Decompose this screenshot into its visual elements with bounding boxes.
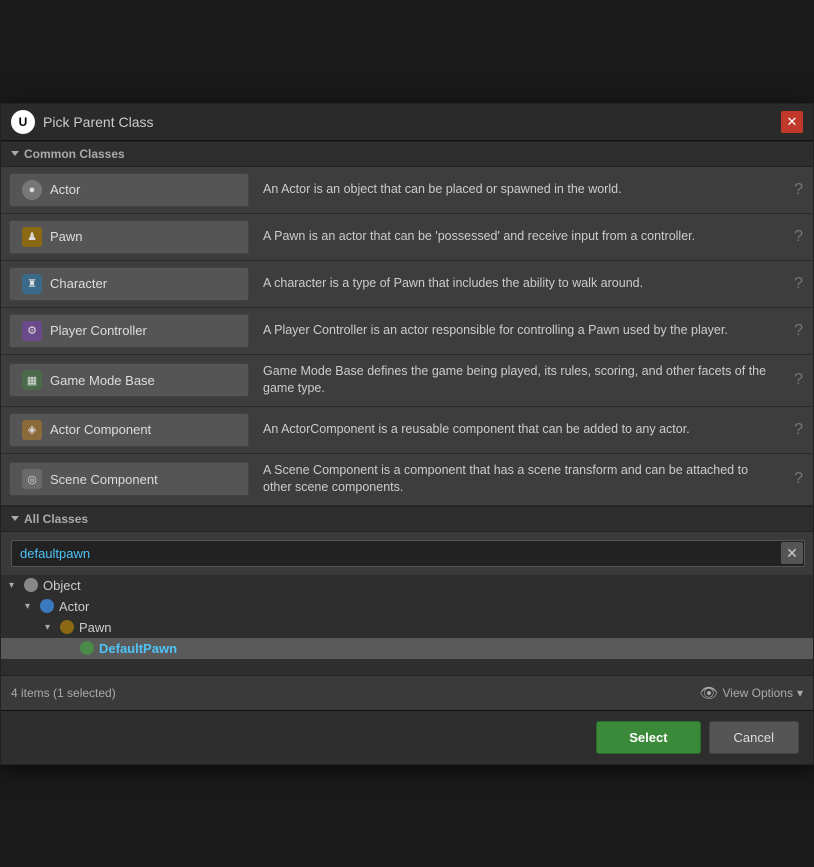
class-btn-label: Game Mode Base	[50, 373, 155, 388]
common-classes-label: Common Classes	[24, 147, 125, 161]
cancel-button[interactable]: Cancel	[709, 721, 799, 754]
actorcomponent-icon: ◈	[22, 420, 42, 440]
tree-node-icon	[40, 599, 54, 613]
class-btn-pawn[interactable]: ♟ Pawn	[9, 220, 249, 254]
tree-node-icon	[60, 620, 74, 634]
class-description: An Actor is an object that can be placed…	[257, 173, 784, 207]
close-button[interactable]: ✕	[781, 111, 803, 133]
scenecomponent-icon: ◎	[22, 469, 42, 489]
tree-arrow-icon: ▾	[9, 580, 21, 591]
tree-node-icon	[24, 578, 38, 592]
search-input[interactable]	[11, 540, 805, 567]
search-clear-button[interactable]: ✕	[781, 542, 803, 564]
class-btn-actor[interactable]: ● Actor	[9, 173, 249, 207]
character-icon: ♜	[22, 274, 42, 294]
help-icon[interactable]: ?	[784, 181, 813, 199]
view-options-button[interactable]: 👁 View Options ▾	[699, 684, 803, 702]
class-btn-gamemodebase[interactable]: ▦ Game Mode Base	[9, 363, 249, 397]
class-btn-scenecomponent[interactable]: ◎ Scene Component	[9, 462, 249, 496]
class-tree-view: ▾ Object ▾ Actor ▾ Pawn DefaultPawn	[1, 575, 813, 675]
class-item: ◎ Scene Component A Scene Component is a…	[1, 454, 813, 506]
help-icon[interactable]: ?	[784, 275, 813, 293]
playercontroller-icon: ⚙	[22, 321, 42, 341]
select-button[interactable]: Select	[596, 721, 700, 754]
all-classes-header: All Classes	[1, 506, 813, 532]
ue-logo: U	[11, 110, 35, 134]
action-bar: Select Cancel	[1, 710, 813, 764]
class-description: A Player Controller is an actor responsi…	[257, 314, 784, 348]
class-description: Game Mode Base defines the game being pl…	[257, 355, 784, 406]
class-btn-label: Actor Component	[50, 422, 151, 437]
class-btn-actorcomponent[interactable]: ◈ Actor Component	[9, 413, 249, 447]
common-classes-list: ● Actor An Actor is an object that can b…	[1, 167, 813, 506]
search-bar: ✕	[1, 532, 813, 575]
collapse-triangle-icon	[11, 151, 19, 156]
help-icon[interactable]: ?	[784, 421, 813, 439]
gamemodebase-icon: ▦	[22, 370, 42, 390]
help-icon[interactable]: ?	[784, 470, 813, 488]
class-item: ● Actor An Actor is an object that can b…	[1, 167, 813, 214]
collapse-triangle-all-icon	[11, 516, 19, 521]
class-item: ♜ Character A character is a type of Paw…	[1, 261, 813, 308]
tree-row[interactable]: ▾ Pawn	[1, 617, 813, 638]
class-description: A Scene Component is a component that ha…	[257, 454, 784, 505]
tree-node-label: Pawn	[79, 620, 112, 635]
tree-node-label: Object	[43, 578, 81, 593]
class-item: ◈ Actor Component An ActorComponent is a…	[1, 407, 813, 454]
pick-parent-class-dialog: U Pick Parent Class ✕ Common Classes ● A…	[0, 103, 814, 765]
actor-icon: ●	[22, 180, 42, 200]
common-classes-header: Common Classes	[1, 141, 813, 167]
dialog-title: Pick Parent Class	[43, 114, 153, 130]
class-description: An ActorComponent is a reusable componen…	[257, 413, 784, 447]
item-count: 4 items (1 selected)	[11, 686, 116, 700]
pawn-icon: ♟	[22, 227, 42, 247]
all-classes-label: All Classes	[24, 512, 88, 526]
title-bar-left: U Pick Parent Class	[11, 110, 153, 134]
view-options-label: View Options	[722, 686, 792, 700]
help-icon[interactable]: ?	[784, 322, 813, 340]
tree-node-label: Actor	[59, 599, 89, 614]
class-item: ♟ Pawn A Pawn is an actor that can be 'p…	[1, 214, 813, 261]
class-btn-character[interactable]: ♜ Character	[9, 267, 249, 301]
class-description: A character is a type of Pawn that inclu…	[257, 267, 784, 301]
class-btn-label: Actor	[50, 182, 80, 197]
help-icon[interactable]: ?	[784, 228, 813, 246]
class-item: ▦ Game Mode Base Game Mode Base defines …	[1, 355, 813, 407]
class-item: ⚙ Player Controller A Player Controller …	[1, 308, 813, 355]
class-btn-label: Scene Component	[50, 472, 158, 487]
tree-row[interactable]: ▾ Actor	[1, 596, 813, 617]
tree-row[interactable]: ▾ Object	[1, 575, 813, 596]
tree-row[interactable]: DefaultPawn	[1, 638, 813, 659]
class-description: A Pawn is an actor that can be 'possesse…	[257, 220, 784, 254]
view-options-arrow-icon: ▾	[797, 686, 803, 700]
tree-node-label: DefaultPawn	[99, 641, 177, 656]
help-icon[interactable]: ?	[784, 371, 813, 389]
title-bar: U Pick Parent Class ✕	[1, 104, 813, 141]
eye-icon: 👁	[699, 684, 718, 702]
footer-bar: 4 items (1 selected) 👁 View Options ▾	[1, 675, 813, 710]
class-btn-label: Pawn	[50, 229, 83, 244]
tree-arrow-icon: ▾	[25, 601, 37, 612]
class-btn-playercontroller[interactable]: ⚙ Player Controller	[9, 314, 249, 348]
tree-arrow-icon: ▾	[45, 622, 57, 633]
class-btn-label: Character	[50, 276, 107, 291]
class-btn-label: Player Controller	[50, 323, 147, 338]
tree-node-icon	[80, 641, 94, 655]
